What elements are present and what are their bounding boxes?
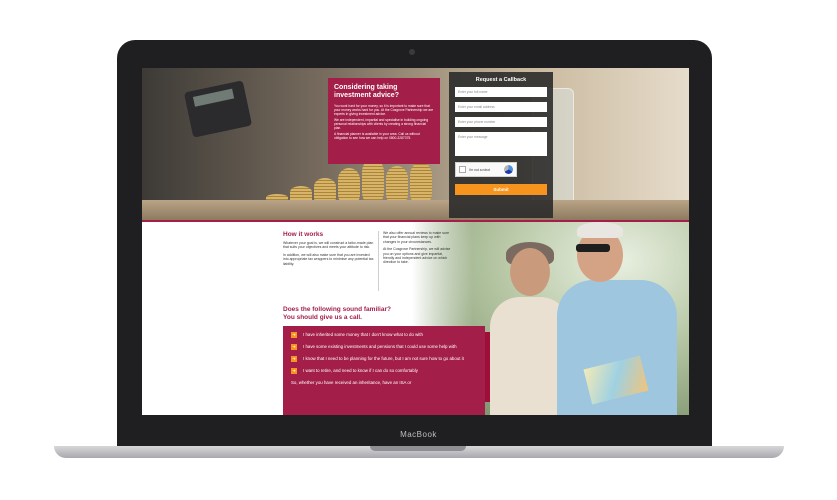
list-item: ➜ I know that I need to be planning for … xyxy=(291,356,477,362)
list-item-text: I know that I need to be planning for th… xyxy=(303,356,464,361)
recaptcha-logo-icon xyxy=(504,165,513,174)
calculator-image xyxy=(183,80,253,138)
column-divider xyxy=(378,231,379,291)
camera-icon xyxy=(409,49,415,55)
laptop-base-notch xyxy=(370,446,466,451)
list-item-text: I have inherited some money that I don't… xyxy=(303,332,423,337)
email-input[interactable]: Enter your email address xyxy=(455,102,547,112)
familiar-title-line-2: You should give us a call. xyxy=(283,314,362,321)
list-item: ➜ I have some existing investments and p… xyxy=(291,344,477,350)
familiar-title: Does the following sound familiar? You s… xyxy=(283,306,423,322)
hero-paragraph: You work hard for your money, so it is i… xyxy=(334,104,434,116)
form-title: Request a Callback xyxy=(475,77,527,83)
how-it-works-column-2: We also offer annual reviews to make sur… xyxy=(383,231,453,268)
arrow-right-icon: ➜ xyxy=(291,368,297,374)
arrow-right-icon: ➜ xyxy=(291,332,297,338)
list-item: ➜ I have inherited some money that I don… xyxy=(291,332,477,338)
woman-face xyxy=(510,248,550,296)
hero-banner: Considering taking investment advice? Yo… xyxy=(142,68,689,220)
submit-button[interactable]: Submit xyxy=(455,184,547,195)
list-item-text: I want to retire, and need to know if I … xyxy=(303,368,418,373)
intro-box: Considering taking investment advice? Yo… xyxy=(328,78,440,164)
coin-stack xyxy=(362,158,384,206)
list-item: ➜ I want to retire, and need to know if … xyxy=(291,368,477,374)
familiar-list-box: ➜ I have inherited some money that I don… xyxy=(283,326,485,415)
callback-form: Request a Callback Enter your full name … xyxy=(449,72,553,218)
hero-heading: Considering taking investment advice? xyxy=(334,84,399,99)
how-paragraph: At the Cosgrove Partnership, we will adv… xyxy=(383,247,451,265)
name-input[interactable]: Enter your full name xyxy=(455,87,547,97)
hero-paragraph: We are independent, impartial and specia… xyxy=(334,118,429,130)
recaptcha-widget: I'm not a robot xyxy=(455,162,517,177)
how-paragraph: In addition, we will also make sure that… xyxy=(283,252,374,266)
arrow-right-icon: ➜ xyxy=(291,356,297,362)
captcha-label: I'm not a robot xyxy=(469,167,490,172)
hero-table-surface xyxy=(142,200,689,220)
phone-input[interactable]: Enter your phone number xyxy=(455,117,547,127)
man-hair xyxy=(577,222,623,238)
hero-paragraph: A financial planner is available in your… xyxy=(334,132,420,140)
sunglasses xyxy=(576,244,610,252)
message-textarea[interactable]: Enter your message xyxy=(455,132,547,156)
arrow-right-icon: ➜ xyxy=(291,344,297,350)
familiar-title-line-1: Does the following sound familiar? xyxy=(283,306,391,313)
how-it-works-column-1: Whatever your goal is, we will construct… xyxy=(283,241,376,269)
how-paragraph: Whatever your goal is, we will construct… xyxy=(283,241,374,250)
familiar-footer-text: So, whether you have received an inherit… xyxy=(291,380,412,385)
website-screen: Considering taking investment advice? Yo… xyxy=(142,68,689,415)
list-item-text: I have some existing investments and pen… xyxy=(303,344,457,349)
how-paragraph: We also offer annual reviews to make sur… xyxy=(383,231,450,244)
how-it-works-title: How it works xyxy=(283,231,324,238)
device-brand: MacBook xyxy=(400,430,437,439)
captcha-checkbox[interactable] xyxy=(459,166,466,173)
